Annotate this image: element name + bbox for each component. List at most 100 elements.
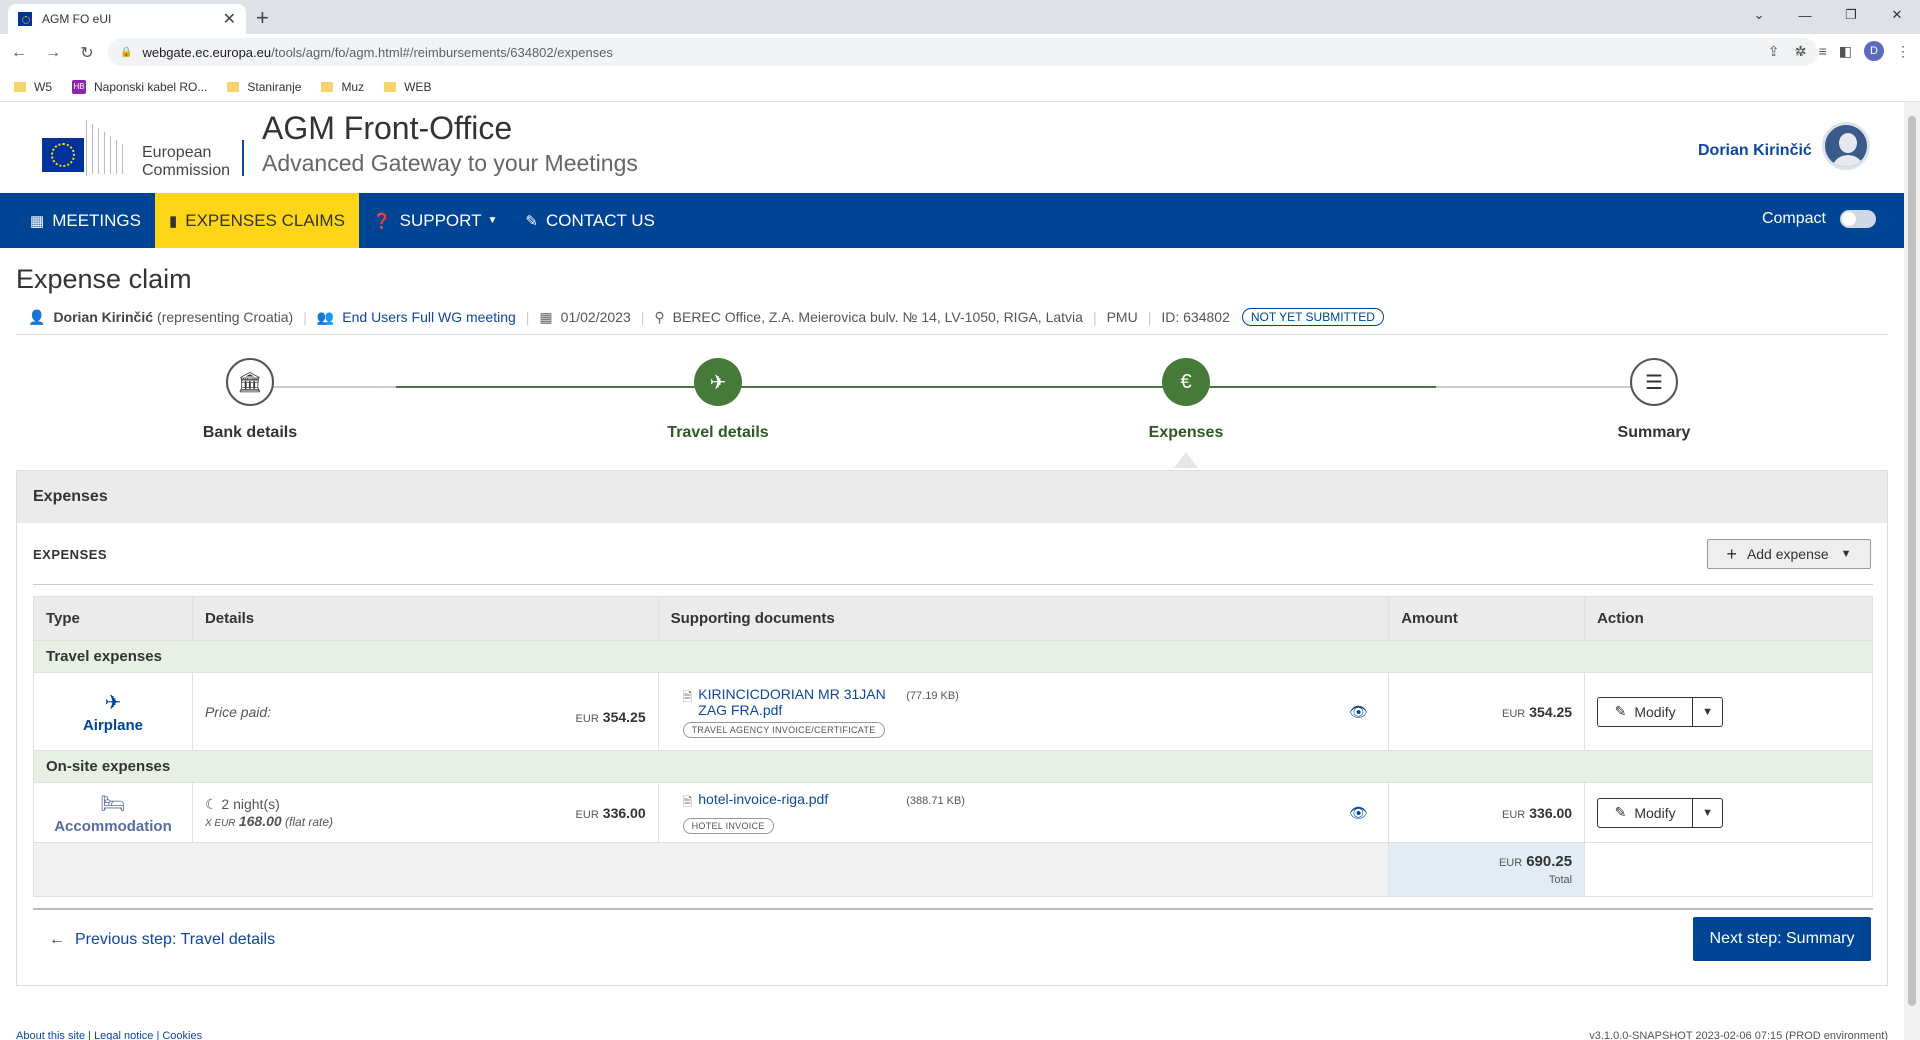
share-icon[interactable]: ⇪ (1768, 43, 1780, 60)
total-spacer (32, 842, 1390, 897)
bookmark-label: Staniranje (247, 79, 302, 94)
modify-label: Modify (1634, 804, 1676, 821)
next-step-button[interactable]: Next step: Summary (1693, 917, 1871, 961)
rate-suffix: (flat rate) (285, 815, 334, 829)
folder-icon (14, 81, 26, 92)
eu-flag-favicon-icon (18, 12, 32, 26)
active-step-pointer (1174, 452, 1198, 468)
total-label: Total (1548, 874, 1573, 886)
menu-icon[interactable]: ⋮ (1896, 43, 1910, 60)
footer-links[interactable]: About this site | Legal notice | Cookies (16, 1030, 202, 1040)
minimize-icon[interactable]: — (1782, 0, 1828, 30)
nav-expenses-claims[interactable]: ▮ EXPENSES CLAIMS (154, 193, 359, 248)
document-link[interactable]: KIRINCICDORIAN MR 31JAN ZAG FRA.pdf (698, 686, 898, 718)
bookmark-web[interactable]: WEB (384, 80, 431, 94)
bookmark-w5[interactable]: W5 (14, 80, 52, 94)
extensions-icon[interactable]: ✲ (1795, 43, 1807, 60)
nav-meetings[interactable]: ▦ MEETINGS (0, 193, 155, 248)
modify-button[interactable]: ✎ Modify (1598, 799, 1692, 827)
reload-icon[interactable]: ↻ (72, 38, 102, 68)
close-window-icon[interactable]: ✕ (1874, 0, 1920, 30)
modify-dropdown-button[interactable]: ▼ (1692, 697, 1722, 726)
currency: EUR (1498, 857, 1523, 869)
moon-icon: ☾ (204, 796, 218, 812)
back-icon[interactable]: ← (4, 38, 34, 68)
group-title: On-site expenses (33, 750, 1873, 783)
meeting-location: BEREC Office, Z.A. Meierovica bulv. № 14… (672, 309, 1083, 325)
arrow-left-icon: ← (49, 931, 65, 948)
bookmarks-bar: W5 HB Naponski kabel RO... Staniranje Muz… (0, 72, 1920, 102)
document-link[interactable]: hotel-invoice-riga.pdf (698, 791, 898, 807)
media-icon[interactable]: ≡ (1819, 43, 1827, 59)
documents-cell: 🗎 KIRINCICDORIAN MR 31JAN ZAG FRA.pdf (77.… (657, 672, 1390, 751)
nav-support[interactable]: ❓ SUPPORT ▼ (359, 193, 511, 248)
step-bank-details[interactable]: 🏛 Bank details (150, 358, 350, 442)
address-bar[interactable]: 🔒 webgate.ec.europa.eu/tools/agm/fo/agm.… (108, 38, 1818, 66)
euro-icon: € (1162, 358, 1210, 406)
step-expenses[interactable]: € Expenses (1086, 358, 1286, 442)
total-row: EUR 690.25 Total (32, 842, 1873, 897)
side-panel-icon[interactable]: ◧ (1839, 43, 1852, 60)
compact-label: Compact (1761, 210, 1826, 227)
page-viewport: European Commission AGM Front-Office Adv… (0, 102, 1904, 1040)
browser-tab[interactable]: AGM FO eUI ✕ (8, 4, 246, 34)
user-name[interactable]: Dorian Kirinčić (1698, 142, 1812, 160)
amount-value: 336.00 (1529, 804, 1573, 821)
ec-logo[interactable]: European Commission (16, 116, 236, 180)
close-tab-icon[interactable]: ✕ (223, 9, 236, 29)
divider (33, 584, 1873, 585)
nav-contact-us[interactable]: ✎ CONTACT US (511, 193, 669, 248)
group-row-travel: Travel expenses (33, 640, 1873, 673)
document-size: (388.71 KB) (906, 795, 965, 807)
eye-icon[interactable]: 👁 (1349, 703, 1368, 721)
type-cell: ✈ Airplane (33, 672, 193, 751)
folder-icon (227, 81, 240, 92)
new-tab-icon[interactable]: + (256, 5, 269, 31)
restore-icon[interactable]: ❐ (1828, 0, 1874, 30)
lock-icon: 🔒 (120, 46, 133, 58)
group-icon: 👥 (316, 308, 335, 325)
bookmark-muz[interactable]: Muz (321, 80, 364, 94)
bookmark-naponski[interactable]: HB Naponski kabel RO... (72, 79, 207, 94)
rate-value: 168.00 (238, 813, 282, 829)
bookmark-staniranje[interactable]: Staniranje (227, 80, 301, 94)
details-cell: ☾ 2 night(s) X EUR 168.00 (flat rate) EU… (191, 782, 659, 843)
plane-icon: ✈ (694, 358, 742, 406)
url-host: webgate.ec.europa.eu (142, 44, 272, 60)
bookmark-label: WEB (404, 79, 432, 94)
add-expense-label: Add expense (1746, 546, 1829, 562)
pdf-file-icon: 🗎 (682, 795, 693, 809)
tab-search-icon[interactable]: ⌄ (1736, 0, 1782, 30)
modify-button[interactable]: ✎ Modify (1598, 698, 1692, 726)
eye-icon[interactable]: 👁 (1349, 804, 1368, 822)
user-avatar[interactable] (1822, 122, 1870, 170)
pdf-file-icon: 🗎 (682, 689, 693, 704)
folder-icon (321, 81, 334, 92)
profile-avatar[interactable]: D (1864, 41, 1884, 61)
scrollbar-thumb[interactable] (1908, 116, 1916, 1006)
page-title: Expense claim (16, 264, 192, 294)
table-row: ✈ Airplane Price paid: EUR 354.25 🗎 KIRINC… (33, 672, 1873, 751)
details-amount: EUR 336.00 (576, 805, 646, 821)
page-scrollbar[interactable] (1904, 102, 1920, 1040)
amount-value: 336.00 (602, 805, 646, 821)
previous-step-link[interactable]: ← Previous step: Travel details (49, 931, 275, 949)
meeting-link[interactable]: End Users Full WG meeting (342, 309, 516, 325)
amount-cell: EUR 336.00 (1388, 782, 1586, 843)
unit: PMU (1106, 309, 1138, 325)
add-expense-button[interactable]: + Add expense ▼ (1707, 539, 1871, 569)
modify-dropdown-button[interactable]: ▼ (1692, 798, 1722, 827)
step-label: Expenses (1148, 424, 1224, 441)
step-summary[interactable]: ☰ Summary (1554, 358, 1754, 442)
plus-icon: + (1726, 543, 1737, 564)
compact-toggle[interactable] (1840, 210, 1876, 228)
step-travel-details[interactable]: ✈ Travel details (618, 358, 818, 442)
modify-split-button: ✎ Modify ▼ (1597, 797, 1724, 828)
site-header: European Commission AGM Front-Office Adv… (0, 102, 1904, 193)
action-cell: ✎ Modify ▼ (1584, 782, 1873, 843)
amount-cell: EUR 354.25 (1388, 672, 1586, 751)
previous-step-label: Previous step: Travel details (75, 931, 276, 948)
forward-icon[interactable]: → (38, 38, 68, 68)
window-controls: ⌄ — ❐ ✕ (1736, 0, 1920, 30)
hb-favicon-icon: HB (72, 79, 86, 94)
